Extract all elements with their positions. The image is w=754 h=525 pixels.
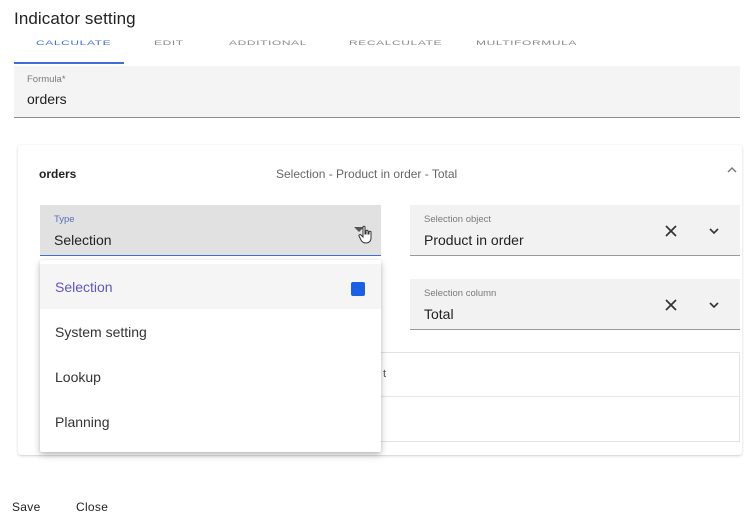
option-label: System setting <box>55 324 147 340</box>
selection-object-field[interactable]: Selection object Product in order <box>410 205 740 256</box>
selection-column-value: Total <box>424 306 454 322</box>
tab-additional[interactable]: Additional <box>229 39 307 47</box>
selection-object-label: Selection object <box>424 214 492 225</box>
tab-edit[interactable]: Edit <box>154 39 184 47</box>
option-lookup[interactable]: Lookup <box>40 354 381 399</box>
active-tab-indicator <box>14 62 124 64</box>
panel-summary: Selection - Product in order - Total <box>276 167 458 181</box>
type-select[interactable]: Type Selection <box>40 205 381 256</box>
option-label: Planning <box>55 414 110 430</box>
selection-object-value: Product in order <box>424 232 524 248</box>
option-planning[interactable]: Planning <box>40 399 381 444</box>
clear-icon[interactable] <box>662 296 680 314</box>
save-button[interactable]: Save <box>12 500 41 514</box>
selection-column-field[interactable]: Selection column Total <box>410 279 740 330</box>
type-label: Type <box>54 214 75 225</box>
row-text-tail: t <box>383 368 387 380</box>
chevron-down-icon[interactable] <box>707 224 721 238</box>
chevron-down-icon[interactable] <box>707 298 721 312</box>
option-label: Lookup <box>55 369 101 385</box>
page-title: Indicator setting <box>14 9 136 28</box>
tab-bar: Calculate Edit Additional Recalculate Mu… <box>14 36 740 64</box>
selected-check-icon <box>351 282 365 296</box>
hand-cursor-icon <box>358 225 372 244</box>
formula-field[interactable]: Formula* orders <box>14 66 740 118</box>
type-dropdown-menu: Selection System setting Lookup Planning <box>40 260 381 452</box>
option-label: Selection <box>55 279 113 295</box>
tab-calculate[interactable]: Calculate <box>36 39 111 47</box>
tab-recalculate[interactable]: Recalculate <box>349 39 442 47</box>
panel-name: orders <box>39 167 77 181</box>
close-button[interactable]: Close <box>76 500 108 514</box>
clear-icon[interactable] <box>662 222 680 240</box>
type-value: Selection <box>54 232 112 248</box>
option-selection[interactable]: Selection <box>40 264 381 309</box>
selection-column-label: Selection column <box>424 288 497 299</box>
formula-label: Formula* <box>27 74 66 85</box>
option-system-setting[interactable]: System setting <box>40 309 381 354</box>
row-divider <box>381 396 739 397</box>
tab-multiformula[interactable]: Multiformula <box>476 39 577 47</box>
chevron-up-icon[interactable] <box>725 163 739 177</box>
formula-value: orders <box>27 91 67 107</box>
selection-details-box: t <box>381 352 740 442</box>
